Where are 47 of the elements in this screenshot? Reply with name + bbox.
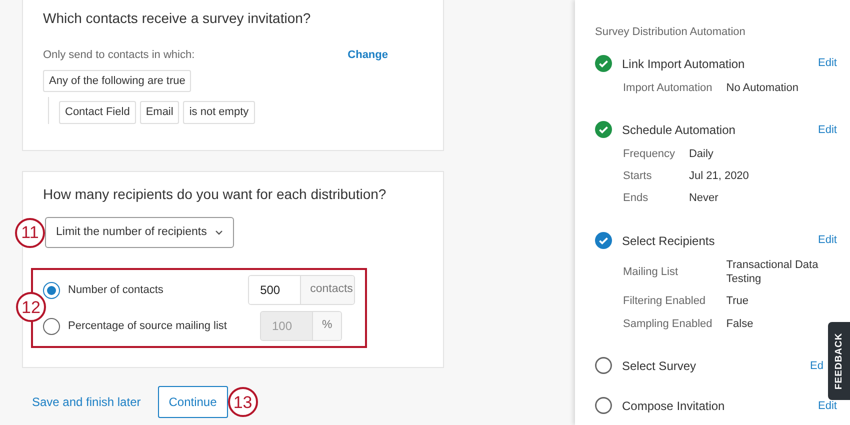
- annotation-badge: 13: [228, 387, 258, 417]
- step-title: Select Survey: [622, 358, 698, 375]
- edit-link[interactable]: Edit: [818, 55, 836, 72]
- edit-link[interactable]: Edit: [818, 232, 836, 249]
- number-input[interactable]: 500 contacts: [248, 275, 355, 306]
- detail-label: Filtering Enabled: [623, 294, 707, 309]
- detail-label: Ends: [623, 191, 650, 206]
- option-label: Percentage of source mailing list: [68, 319, 228, 334]
- edit-link[interactable]: Edit: [818, 398, 836, 414]
- detail-value: Never: [688, 191, 720, 206]
- edit-link[interactable]: Ed: [810, 358, 828, 374]
- field-name-chip[interactable]: Email: [140, 101, 180, 124]
- detail-value: Jul 21, 2020: [688, 169, 750, 184]
- continue-button[interactable]: Continue: [158, 386, 228, 418]
- change-link[interactable]: Change: [348, 47, 388, 64]
- step-title: Schedule Automation: [622, 122, 736, 139]
- annotation-badge: 12: [16, 292, 46, 322]
- annotation-badge: 11: [15, 218, 45, 248]
- detail-value: Transactional Data Testing: [726, 258, 820, 286]
- step-title: Link Import Automation: [622, 56, 746, 72]
- card-title: How many recipients do you want for each distribution?: [43, 185, 388, 204]
- detail-value: False: [726, 316, 754, 331]
- condition-group-chip[interactable]: Any of the following are true: [43, 70, 192, 92]
- step-title: Select Recipients: [622, 232, 716, 250]
- caret-icon: [214, 230, 223, 236]
- detail-label: Import Automation: [623, 80, 712, 95]
- field-type-chip[interactable]: Contact Field: [59, 101, 136, 124]
- edit-link[interactable]: Edit: [818, 122, 836, 138]
- limit-dropdown[interactable]: Limit the number of recipients: [45, 217, 234, 248]
- feedback-tab[interactable]: FEEDBACK: [828, 322, 850, 400]
- card-title: Which contacts receive a survey invitation?: [43, 9, 312, 28]
- radio-button[interactable]: [43, 282, 60, 299]
- filter-label: Only send to contacts in which:: [43, 48, 195, 63]
- unit-label: contacts: [301, 276, 354, 304]
- save-link[interactable]: Save and finish later: [32, 393, 141, 411]
- detail-label: Mailing List: [623, 264, 680, 280]
- unit-label: %: [313, 312, 342, 340]
- detail-label: Frequency: [623, 146, 675, 162]
- sidebar-heading: Survey Distribution Automation: [595, 25, 746, 40]
- detail-value: No Automation: [726, 80, 800, 95]
- detail-value: Daily: [688, 146, 714, 162]
- detail-label: Sampling Enabled: [623, 316, 712, 331]
- detail-value: True: [726, 294, 750, 309]
- detail-label: Starts: [623, 169, 653, 184]
- option-label: Number of contacts: [68, 283, 164, 298]
- step-title: Compose Invitation: [622, 398, 726, 415]
- operator-chip[interactable]: is not empty: [183, 101, 255, 124]
